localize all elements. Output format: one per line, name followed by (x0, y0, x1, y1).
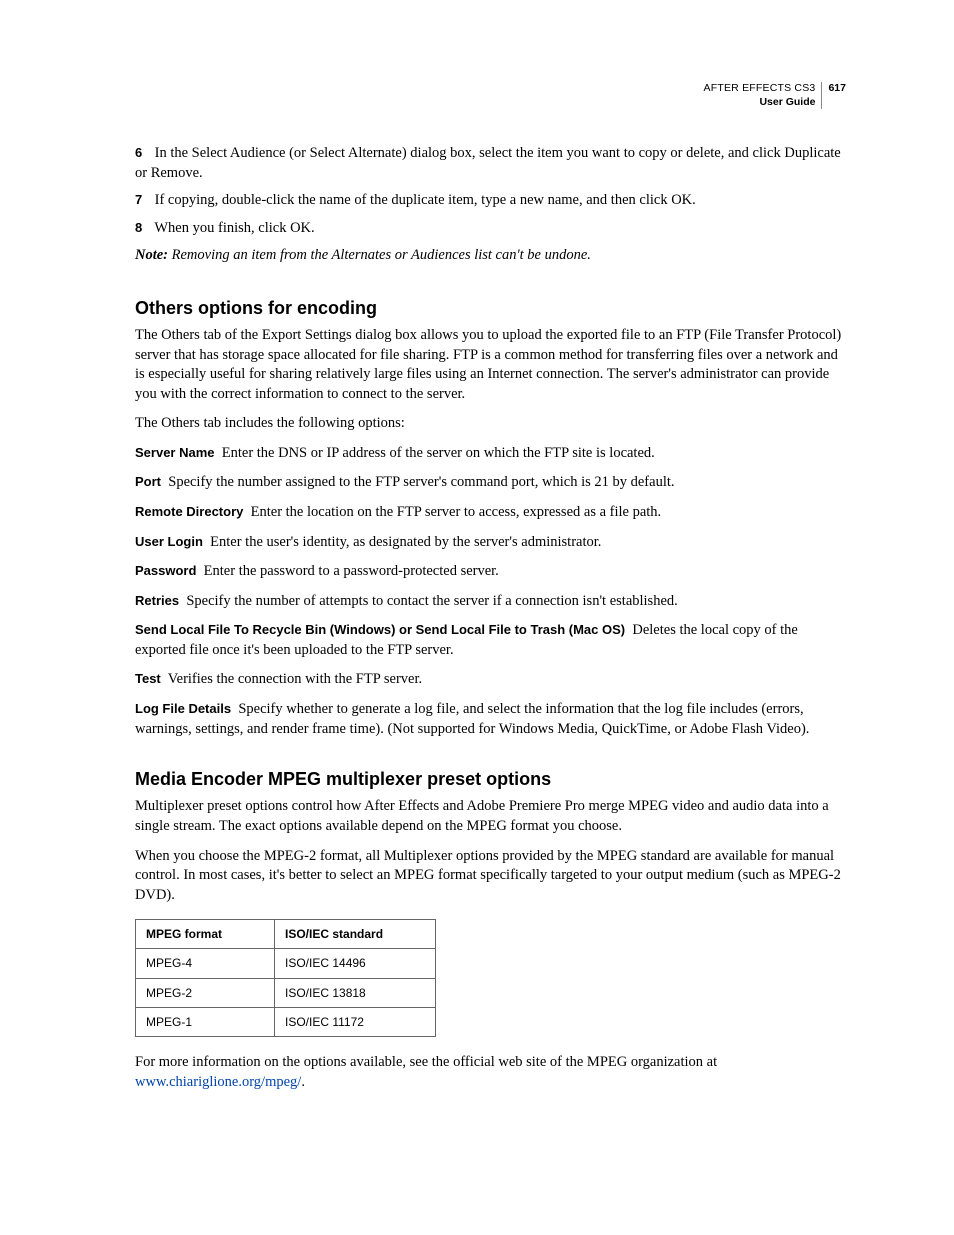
table-cell: MPEG-1 (136, 1007, 275, 1036)
definition-send-local-file: Send Local File To Recycle Bin (Windows)… (135, 621, 846, 660)
def-term: Server Name (135, 445, 215, 460)
def-desc: Enter the password to a password-protect… (204, 563, 499, 579)
definition-retries: Retries Specify the number of attempts t… (135, 592, 846, 612)
page-number: 617 (826, 82, 846, 96)
def-desc: Specify the number assigned to the FTP s… (168, 474, 674, 490)
definition-test: Test Verifies the connection with the FT… (135, 670, 846, 690)
definition-remote-directory: Remote Directory Enter the location on t… (135, 503, 846, 523)
table-cell: ISO/IEC 13818 (275, 978, 436, 1007)
footer-text-post: . (301, 1074, 305, 1090)
footer-text-pre: For more information on the options avai… (135, 1054, 717, 1070)
body-paragraph: The Others tab of the Export Settings di… (135, 326, 846, 404)
table-cell: ISO/IEC 14496 (275, 949, 436, 978)
table-header: ISO/IEC standard (275, 920, 436, 949)
guide-name: User Guide (704, 96, 816, 110)
step-number: 8 (135, 219, 151, 237)
step-text: In the Select Audience (or Select Altern… (135, 145, 841, 181)
def-desc: Enter the DNS or IP address of the serve… (222, 445, 655, 461)
table-row: MPEG-4 ISO/IEC 14496 (136, 949, 436, 978)
step-text: When you finish, click OK. (154, 220, 314, 236)
def-term: Log File Details (135, 701, 231, 716)
product-name: AFTER EFFECTS CS3 (704, 82, 816, 96)
step-number: 6 (135, 144, 151, 162)
def-term: User Login (135, 534, 203, 549)
definition-port: Port Specify the number assigned to the … (135, 473, 846, 493)
table-header: MPEG format (136, 920, 275, 949)
table-cell: MPEG-4 (136, 949, 275, 978)
def-term: Retries (135, 593, 179, 608)
step-6: 6 In the Select Audience (or Select Alte… (135, 144, 846, 183)
definition-user-login: User Login Enter the user's identity, as… (135, 533, 846, 553)
table-cell: ISO/IEC 11172 (275, 1007, 436, 1036)
mpeg-standards-table: MPEG format ISO/IEC standard MPEG-4 ISO/… (135, 919, 436, 1037)
def-desc: Enter the user's identity, as designated… (210, 534, 601, 550)
table-row: MPEG-2 ISO/IEC 13818 (136, 978, 436, 1007)
footer-paragraph: For more information on the options avai… (135, 1053, 846, 1092)
body-paragraph: Multiplexer preset options control how A… (135, 797, 846, 836)
page-content: 6 In the Select Audience (or Select Alte… (135, 144, 846, 1092)
page-container: AFTER EFFECTS CS3 User Guide 617 6 In th… (0, 0, 954, 1235)
note-label: Note: (135, 247, 168, 263)
def-desc: Specify the number of attempts to contac… (186, 593, 677, 609)
def-term: Test (135, 671, 161, 686)
step-number: 7 (135, 191, 151, 209)
note-text: Removing an item from the Alternates or … (172, 247, 591, 263)
def-term: Password (135, 563, 196, 578)
def-term: Port (135, 474, 161, 489)
definition-server-name: Server Name Enter the DNS or IP address … (135, 444, 846, 464)
step-7: 7 If copying, double-click the name of t… (135, 191, 846, 211)
mpeg-org-link[interactable]: www.chiariglione.org/mpeg/ (135, 1074, 301, 1090)
step-8: 8 When you finish, click OK. (135, 219, 846, 239)
step-text: If copying, double-click the name of the… (155, 192, 696, 208)
def-desc: Verifies the connection with the FTP ser… (168, 671, 422, 687)
definition-log-file-details: Log File Details Specify whether to gene… (135, 700, 846, 739)
def-term: Remote Directory (135, 504, 243, 519)
body-paragraph: The Others tab includes the following op… (135, 414, 846, 434)
section-heading-mpeg: Media Encoder MPEG multiplexer preset op… (135, 767, 846, 791)
def-desc: Enter the location on the FTP server to … (251, 504, 662, 520)
body-paragraph: When you choose the MPEG-2 format, all M… (135, 847, 846, 906)
table-header-row: MPEG format ISO/IEC standard (136, 920, 436, 949)
table-row: MPEG-1 ISO/IEC 11172 (136, 1007, 436, 1036)
def-desc: Specify whether to generate a log file, … (135, 701, 809, 737)
table-cell: MPEG-2 (136, 978, 275, 1007)
note: Note: Removing an item from the Alternat… (135, 246, 846, 266)
definition-password: Password Enter the password to a passwor… (135, 562, 846, 582)
def-term: Send Local File To Recycle Bin (Windows)… (135, 622, 625, 637)
header-divider (821, 82, 822, 109)
page-header: AFTER EFFECTS CS3 User Guide 617 (704, 82, 846, 109)
section-heading-others: Others options for encoding (135, 296, 846, 320)
